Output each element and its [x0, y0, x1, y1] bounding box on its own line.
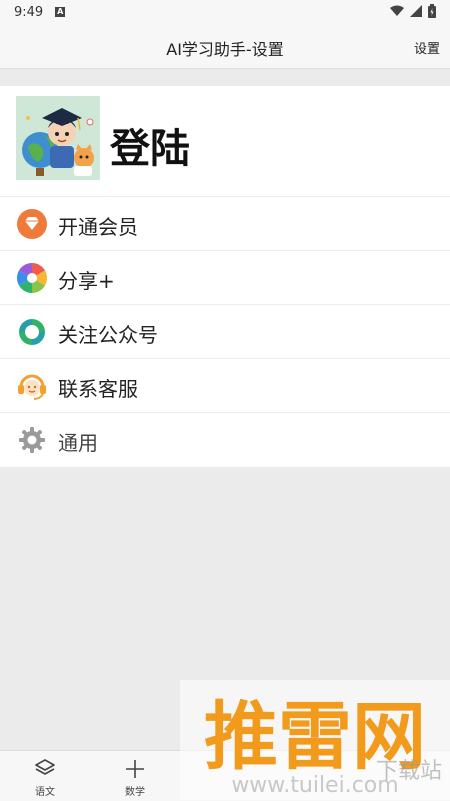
menu-label-general: 通用 — [58, 431, 98, 455]
nav-label-math: 数学 — [125, 787, 145, 798]
signal-icon — [410, 5, 422, 17]
nav-label-chinese: 语文 — [35, 787, 55, 798]
menu-item-general[interactable]: 通用 — [0, 413, 450, 467]
customer-service-icon — [18, 374, 46, 400]
wechat-mp-icon — [19, 319, 45, 345]
menu-item-contact[interactable]: 联系客服 — [0, 359, 450, 413]
menu-label-contact: 联系客服 — [58, 377, 138, 401]
status-bar: 9:49 A — [0, 0, 450, 24]
watermark-url: www.tuilei.com — [231, 773, 398, 798]
menu-label-share: 分享+ — [58, 269, 115, 293]
settings-menu: 开通会员 分享+ 关注公众号 联系客服 通用 — [0, 197, 450, 467]
menu-label-membership: 开通会员 — [58, 215, 138, 239]
share-icon — [16, 263, 48, 293]
profile-card[interactable]: 登陆 — [0, 86, 450, 197]
gear-icon — [19, 427, 45, 453]
app-bar: AI学习助手-设置 设置 — [0, 24, 450, 69]
status-indicators — [390, 4, 436, 18]
menu-item-follow[interactable]: 关注公众号 — [0, 305, 450, 359]
avatar[interactable] — [16, 96, 100, 180]
status-time: 9:49 — [14, 4, 44, 20]
nav-tab-math[interactable]: 数学 — [90, 751, 180, 801]
watermark: 推雷网 下载站 www.tuilei.com — [180, 680, 450, 800]
diamond-icon — [17, 209, 47, 239]
nav-tab-chinese[interactable]: 语文 — [0, 751, 90, 801]
layers-icon — [35, 759, 55, 775]
wifi-icon — [390, 5, 404, 16]
login-link[interactable]: 登陆 — [110, 116, 190, 174]
menu-item-membership[interactable]: 开通会员 — [0, 197, 450, 251]
menu-label-follow: 关注公众号 — [58, 323, 158, 347]
plus-icon — [126, 760, 144, 778]
page-title: AI学习助手-设置 — [166, 40, 284, 59]
notification-icon: A — [55, 7, 66, 17]
battery-icon — [428, 4, 436, 18]
settings-button[interactable]: 设置 — [414, 38, 440, 57]
menu-item-share[interactable]: 分享+ — [0, 251, 450, 305]
